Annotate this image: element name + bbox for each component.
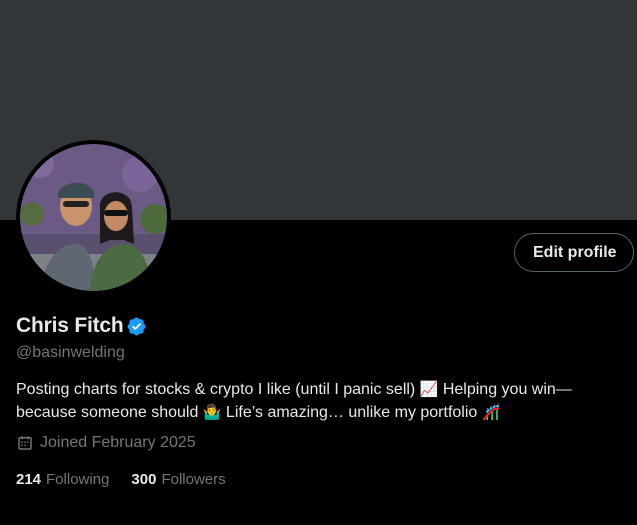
avatar[interactable] (16, 140, 171, 295)
following-label: Following (46, 471, 110, 488)
profile-page: Edit profile Chris Fitch @basinwelding P… (0, 0, 637, 525)
shrug-emoji: 🤷‍♂️ (202, 403, 222, 421)
followers-label: Followers (161, 471, 226, 488)
chart-emoji: 📈 (419, 380, 439, 398)
user-handle: @basinwelding (16, 344, 125, 361)
following-link[interactable]: 214 Following (16, 471, 109, 488)
name-row: Chris Fitch (16, 314, 147, 338)
follow-stats: 214 Following 300 Followers (16, 471, 248, 488)
display-name: Chris Fitch (16, 314, 124, 337)
roller-coaster-emoji: 🎢 (481, 403, 501, 421)
join-date-text: Joined February 2025 (40, 434, 196, 451)
following-count: 214 (16, 471, 42, 488)
bio-text-3: Life’s amazing… unlike my portfolio (221, 404, 482, 421)
bio-text-1: Posting charts for stocks & crypto I lik… (16, 381, 420, 398)
followers-link[interactable]: 300 Followers (131, 471, 225, 488)
calendar-icon (18, 436, 32, 450)
avatar-photo (20, 144, 167, 291)
join-date: Joined February 2025 (16, 434, 196, 452)
edit-profile-button[interactable]: Edit profile (514, 233, 634, 272)
verified-badge-icon[interactable] (126, 316, 147, 337)
profile-bio: Posting charts for stocks & crypto I lik… (16, 378, 616, 424)
followers-count: 300 (131, 471, 157, 488)
